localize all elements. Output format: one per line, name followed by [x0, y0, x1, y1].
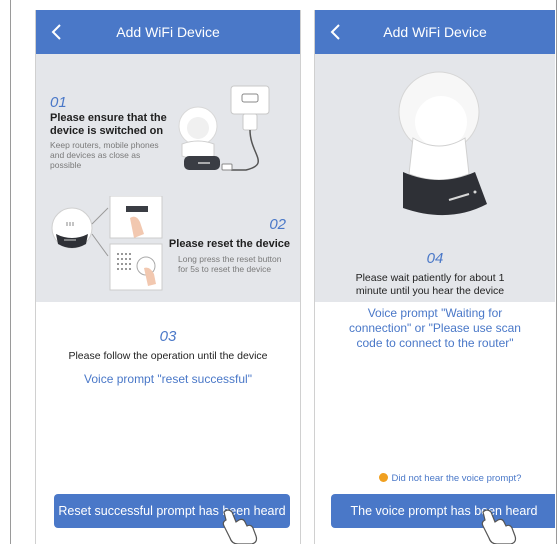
step-02-number: 02 — [269, 216, 286, 233]
right-page-title: Add WiFi Device — [383, 24, 487, 40]
left-illustration-panel: 01 Please ensure that the device is swit… — [36, 54, 300, 302]
step-04-voice-prompt: Voice prompt "Waiting for connection" or… — [349, 306, 521, 350]
step-04-number: 04 — [426, 250, 444, 267]
right-topbar: Add WiFi Device — [315, 10, 555, 54]
left-screen: Add WiFi Device 01 Please ensure that th… — [35, 10, 301, 544]
tap-hand-icon — [481, 509, 517, 544]
tap-hand-icon — [222, 509, 258, 544]
warning-dot-icon — [378, 473, 388, 482]
page-border-left — [10, 0, 11, 544]
voice-heard-button[interactable]: The voice prompt has been heard — [331, 494, 555, 528]
left-page-title: Add WiFi Device — [116, 24, 220, 40]
no-voice-hint-link[interactable]: Did not hear the voice prompt? — [315, 473, 555, 484]
hint-text: Did not hear the voice prompt? — [391, 473, 522, 484]
step-01-number: 01 — [50, 94, 67, 111]
step-01-note: Keep routers, mobile phones and devices … — [50, 140, 159, 170]
step-04-instruction: Please wait patiently for about 1 minute… — [355, 272, 505, 297]
step-01-heading: Please ensure that the device is switche… — [50, 112, 167, 137]
step-02-heading: Please reset the device — [168, 238, 290, 250]
camera-illustration — [398, 71, 487, 216]
page-border-right — [556, 0, 557, 544]
camera-with-power-illustration — [178, 85, 270, 171]
left-topbar: Add WiFi Device — [36, 10, 300, 54]
step-03-number: 03 — [159, 328, 177, 345]
step-03-voice-prompt: Voice prompt "reset successful" — [84, 372, 252, 386]
step-03-instruction: Please follow the operation until the de… — [68, 350, 268, 362]
right-screen: Add WiFi Device 04 Please wait patiently… — [314, 10, 555, 544]
step-02-note: Long press the reset button for 5s to re… — [178, 254, 282, 274]
